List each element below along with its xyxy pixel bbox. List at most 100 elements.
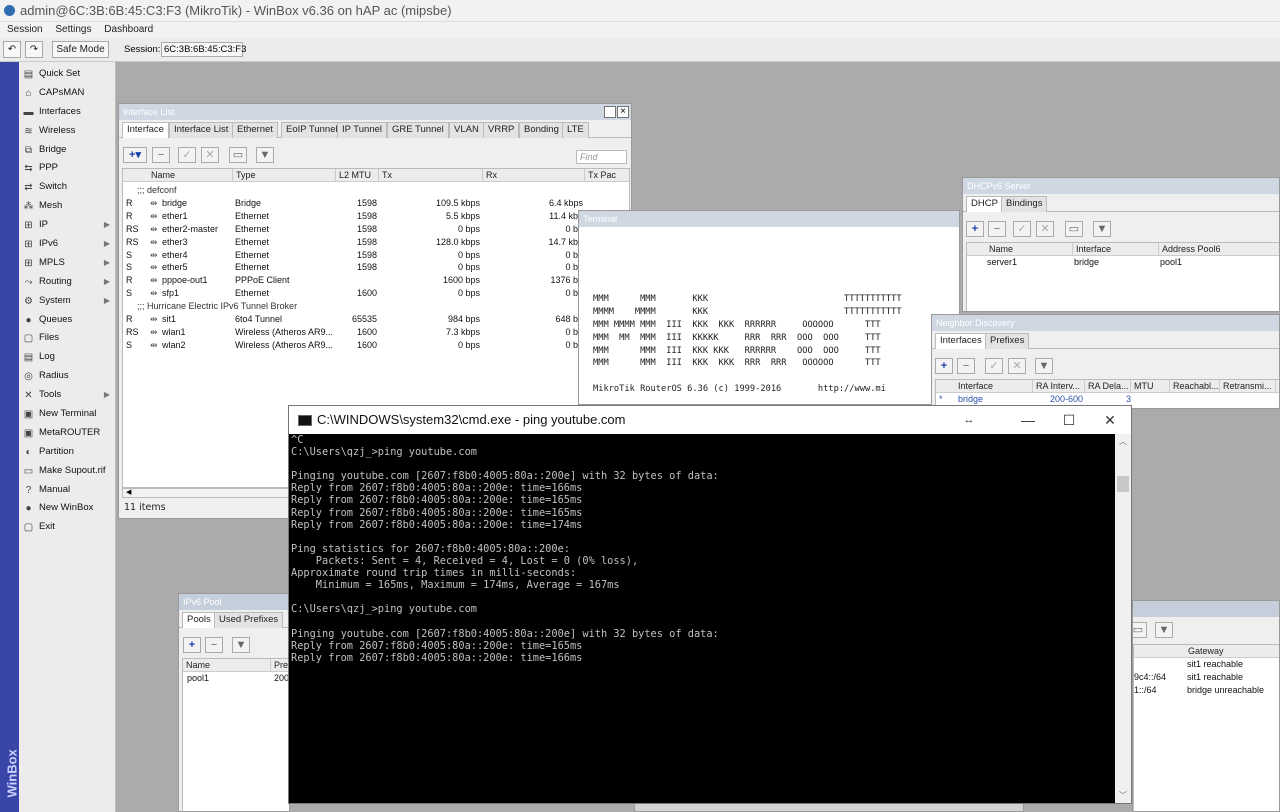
filter-icon[interactable]: ▼ <box>1093 221 1111 237</box>
add-icon[interactable]: +▾ <box>123 147 147 163</box>
remove-icon[interactable]: − <box>957 358 975 374</box>
table-row[interactable]: pool1 200 <box>183 672 289 685</box>
table-row[interactable]: server1 bridge pool1 <box>967 256 1279 269</box>
tab-vlan[interactable]: VLAN <box>449 122 484 138</box>
tab-bonding[interactable]: Bonding <box>519 122 564 138</box>
tab-interface[interactable]: Interface <box>122 122 169 138</box>
sidebar-item-tools[interactable]: ✕ Tools ▶ <box>19 386 115 405</box>
tab-gre-tunnel[interactable]: GRE Tunnel <box>387 122 449 138</box>
filter-icon[interactable]: ▼ <box>1035 358 1053 374</box>
sidebar-item-switch[interactable]: ⇄ Switch <box>19 178 115 197</box>
tab-eoip-tunnel[interactable]: EoIP Tunnel <box>281 122 343 138</box>
col-address-pool6[interactable]: Address Pool6 <box>1159 243 1279 256</box>
col-mtu[interactable]: MTU <box>1131 380 1170 393</box>
col-interface[interactable]: Interface <box>955 380 1033 393</box>
filter-icon[interactable]: ▼ <box>1155 622 1173 638</box>
table-row[interactable]: sit1 reachable <box>1134 658 1279 671</box>
sidebar-item-routing[interactable]: ⤳ Routing ▶ <box>19 273 115 292</box>
tab-ethernet[interactable]: Ethernet <box>232 122 278 138</box>
comment-icon[interactable]: ▭ <box>1133 622 1147 638</box>
sidebar-item-manual[interactable]: ? Manual <box>19 481 115 500</box>
remove-icon[interactable]: − <box>152 147 170 163</box>
sidebar-item-quick-set[interactable]: ▤ Quick Set <box>19 65 115 84</box>
add-icon[interactable]: + <box>966 221 984 237</box>
scroll-up-icon[interactable]: ︿ <box>1119 436 1127 447</box>
sidebar-item-log[interactable]: ▤ Log <box>19 348 115 367</box>
tab-interfaces[interactable]: Interfaces <box>935 333 987 349</box>
minimize-icon[interactable]: — <box>1008 406 1048 434</box>
table-row[interactable]: S ⇹ wlan2 Wireless (Atheros AR9... 1600 0 bps… <box>123 339 629 352</box>
col-type[interactable]: Type <box>233 169 336 182</box>
maximize-icon[interactable]: ☐ <box>1049 406 1089 434</box>
table-row[interactable]: RS ⇹ ether3 Ethernet 1598 128.0 kbps 14.7 kbp <box>123 236 629 249</box>
tab-lte[interactable]: LTE <box>562 122 589 138</box>
scroll-down-icon[interactable]: ﹀ <box>1119 790 1127 801</box>
menu-session[interactable]: Session <box>7 24 43 35</box>
comment-icon[interactable]: ▭ <box>229 147 247 163</box>
col-l2-mtu[interactable]: L2 MTU <box>336 169 379 182</box>
sidebar-item-mesh[interactable]: ⁂ Mesh <box>19 197 115 216</box>
col-ra-interval[interactable]: RA Interv... <box>1033 380 1085 393</box>
sidebar-item-mpls[interactable]: ⊞ MPLS ▶ <box>19 254 115 273</box>
sidebar-item-make-supout-rif[interactable]: ▭ Make Supout.rif <box>19 462 115 481</box>
sidebar-item-system[interactable]: ⚙ System ▶ <box>19 292 115 311</box>
table-row[interactable]: S ⇹ ether4 Ethernet 1598 0 bps 0 bp <box>123 249 629 262</box>
sidebar-item-ipv6[interactable]: ⊞ IPv6 ▶ <box>19 235 115 254</box>
comment-row[interactable]: ;;; Hurricane Electric IPv6 Tunnel Broke… <box>123 300 629 313</box>
sidebar-item-capsman[interactable]: ⌂ CAPsMAN <box>19 84 115 103</box>
comment-icon[interactable]: ▭ <box>1065 221 1083 237</box>
remove-icon[interactable]: − <box>988 221 1006 237</box>
comment-row[interactable]: ;;; defconf <box>123 184 629 197</box>
session-field[interactable]: 6C:3B:6B:45:C3:F3 <box>161 42 246 57</box>
col-interface[interactable]: Interface <box>1073 243 1159 256</box>
undo-button[interactable]: ↶ <box>3 41 21 58</box>
col-name[interactable]: Name <box>148 169 233 182</box>
col-retransmit[interactable]: Retransmi... <box>1220 380 1276 393</box>
col-tx[interactable]: Tx <box>379 169 483 182</box>
table-row[interactable]: 1::/64 bridge unreachable <box>1134 684 1279 697</box>
sidebar-item-interfaces[interactable]: ▬ Interfaces <box>19 103 115 122</box>
filter-icon[interactable]: ▼ <box>256 147 274 163</box>
table-row[interactable]: 9c4::/64 sit1 reachable <box>1134 671 1279 684</box>
enable-icon[interactable]: ✓ <box>178 147 196 163</box>
col-name[interactable]: Name <box>986 243 1073 256</box>
col-reachable[interactable]: Reachabl... <box>1170 380 1220 393</box>
sidebar-item-new-terminal[interactable]: ▣ New Terminal <box>19 405 115 424</box>
col-ra-delay[interactable]: RA Dela... <box>1085 380 1131 393</box>
table-row[interactable]: S ⇹ sfp1 Ethernet 1600 0 bps 0 bp <box>123 287 629 300</box>
table-row[interactable]: R ⇹ pppoe-out1 PPPoE Client 1600 bps 1376 bp <box>123 274 629 287</box>
sidebar-item-ip[interactable]: ⊞ IP ▶ <box>19 216 115 235</box>
table-row[interactable]: R ⇹ sit1 6to4 Tunnel 65535 984 bps 648 bp <box>123 313 629 326</box>
table-row[interactable]: RS ⇹ wlan1 Wireless (Atheros AR9... 1600 7.3 … <box>123 326 629 339</box>
tab-dhcp[interactable]: DHCP <box>966 196 1003 212</box>
sidebar-item-files[interactable]: ▢ Files <box>19 329 115 348</box>
close-icon[interactable]: × <box>617 106 629 118</box>
enable-icon[interactable]: ✓ <box>985 358 1003 374</box>
sidebar-item-new-winbox[interactable]: ● New WinBox <box>19 499 115 518</box>
remove-icon[interactable]: − <box>205 637 223 653</box>
menu-dashboard[interactable]: Dashboard <box>104 24 153 35</box>
tab-vrrp[interactable]: VRRP <box>483 122 520 138</box>
col-name[interactable]: Name <box>183 659 271 672</box>
col-gateway[interactable]: Gateway <box>1185 645 1279 658</box>
add-icon[interactable]: + <box>183 637 201 653</box>
find-input[interactable]: Find <box>576 150 627 164</box>
col-tx-pac[interactable]: Tx Pac <box>585 169 629 182</box>
disable-icon[interactable]: ✕ <box>1036 221 1054 237</box>
tab-ip-tunnel[interactable]: IP Tunnel <box>337 122 387 138</box>
filter-icon[interactable]: ▼ <box>232 637 250 653</box>
table-row[interactable]: RS ⇹ ether2-master Ethernet 1598 0 bps 0 bp <box>123 223 629 236</box>
table-row[interactable]: S ⇹ ether5 Ethernet 1598 0 bps 0 bp <box>123 261 629 274</box>
menu-settings[interactable]: Settings <box>55 24 91 35</box>
col-rx[interactable]: Rx <box>483 169 585 182</box>
tab-pools[interactable]: Pools <box>182 612 216 628</box>
sidebar-item-exit[interactable]: ▢ Exit <box>19 518 115 537</box>
table-row[interactable]: R ⇹ bridge Bridge 1598 109.5 kbps 6.4 kbps <box>123 197 629 210</box>
sidebar-item-wireless[interactable]: ≋ Wireless <box>19 122 115 141</box>
tab-prefixes[interactable]: Prefixes <box>985 333 1030 349</box>
sidebar-item-queues[interactable]: ● Queues <box>19 311 115 330</box>
tab-interface-list[interactable]: Interface List <box>169 122 234 138</box>
disable-icon[interactable]: ✕ <box>201 147 219 163</box>
sidebar-item-partition[interactable]: ◐ Partition <box>19 443 115 462</box>
terminal-output[interactable]: MMM MMM KKK TTTTTTTTTTT MMMM MMMM KKK TTT… <box>593 293 902 396</box>
